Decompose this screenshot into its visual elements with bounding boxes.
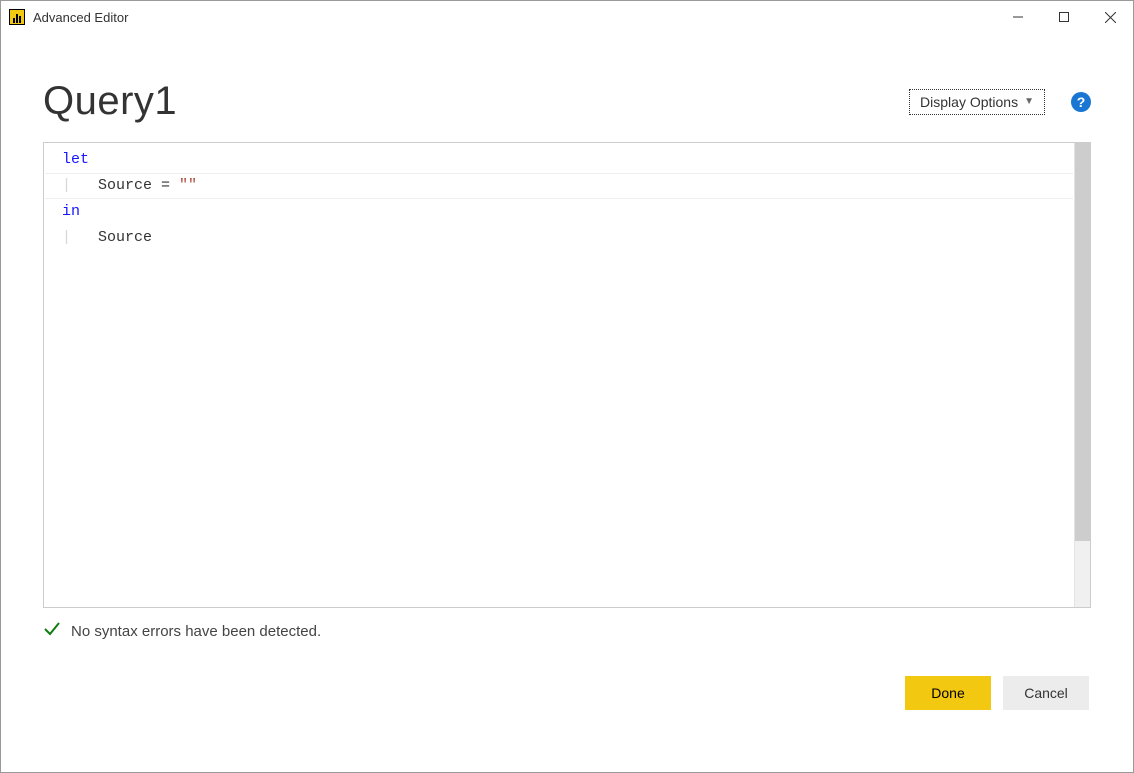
done-button[interactable]: Done bbox=[905, 676, 991, 710]
query-title: Query1 bbox=[43, 79, 177, 124]
window-controls bbox=[995, 1, 1133, 33]
minimize-icon bbox=[1013, 12, 1023, 22]
close-icon bbox=[1105, 12, 1116, 23]
code-string: "" bbox=[179, 177, 197, 194]
app-icon bbox=[9, 9, 25, 25]
cancel-button[interactable]: Cancel bbox=[1003, 676, 1089, 710]
window-title: Advanced Editor bbox=[33, 10, 128, 25]
display-options-label: Display Options bbox=[920, 94, 1018, 110]
close-button[interactable] bbox=[1087, 1, 1133, 33]
footer-buttons: Done Cancel bbox=[43, 676, 1091, 710]
titlebar: Advanced Editor bbox=[1, 1, 1133, 33]
code-keyword: in bbox=[62, 203, 80, 220]
check-icon bbox=[43, 620, 61, 642]
maximize-button[interactable] bbox=[1041, 1, 1087, 33]
code-text: Source = bbox=[98, 177, 179, 194]
code-area[interactable]: let | Source = "" in | Source bbox=[44, 143, 1074, 607]
dialog-content: Query1 Display Options ▼ ? let | Source … bbox=[1, 33, 1133, 710]
maximize-icon bbox=[1059, 12, 1069, 22]
vertical-scrollbar[interactable] bbox=[1074, 143, 1090, 607]
scroll-thumb[interactable] bbox=[1075, 143, 1090, 541]
help-icon[interactable]: ? bbox=[1071, 92, 1091, 112]
chevron-down-icon: ▼ bbox=[1024, 96, 1034, 107]
code-editor[interactable]: let | Source = "" in | Source bbox=[43, 142, 1091, 608]
header-row: Query1 Display Options ▼ ? bbox=[43, 79, 1091, 124]
code-keyword: let bbox=[62, 151, 89, 168]
code-text: Source bbox=[98, 229, 152, 246]
display-options-dropdown[interactable]: Display Options ▼ bbox=[909, 89, 1045, 115]
status-row: No syntax errors have been detected. bbox=[43, 620, 1091, 642]
minimize-button[interactable] bbox=[995, 1, 1041, 33]
status-message: No syntax errors have been detected. bbox=[71, 623, 321, 640]
